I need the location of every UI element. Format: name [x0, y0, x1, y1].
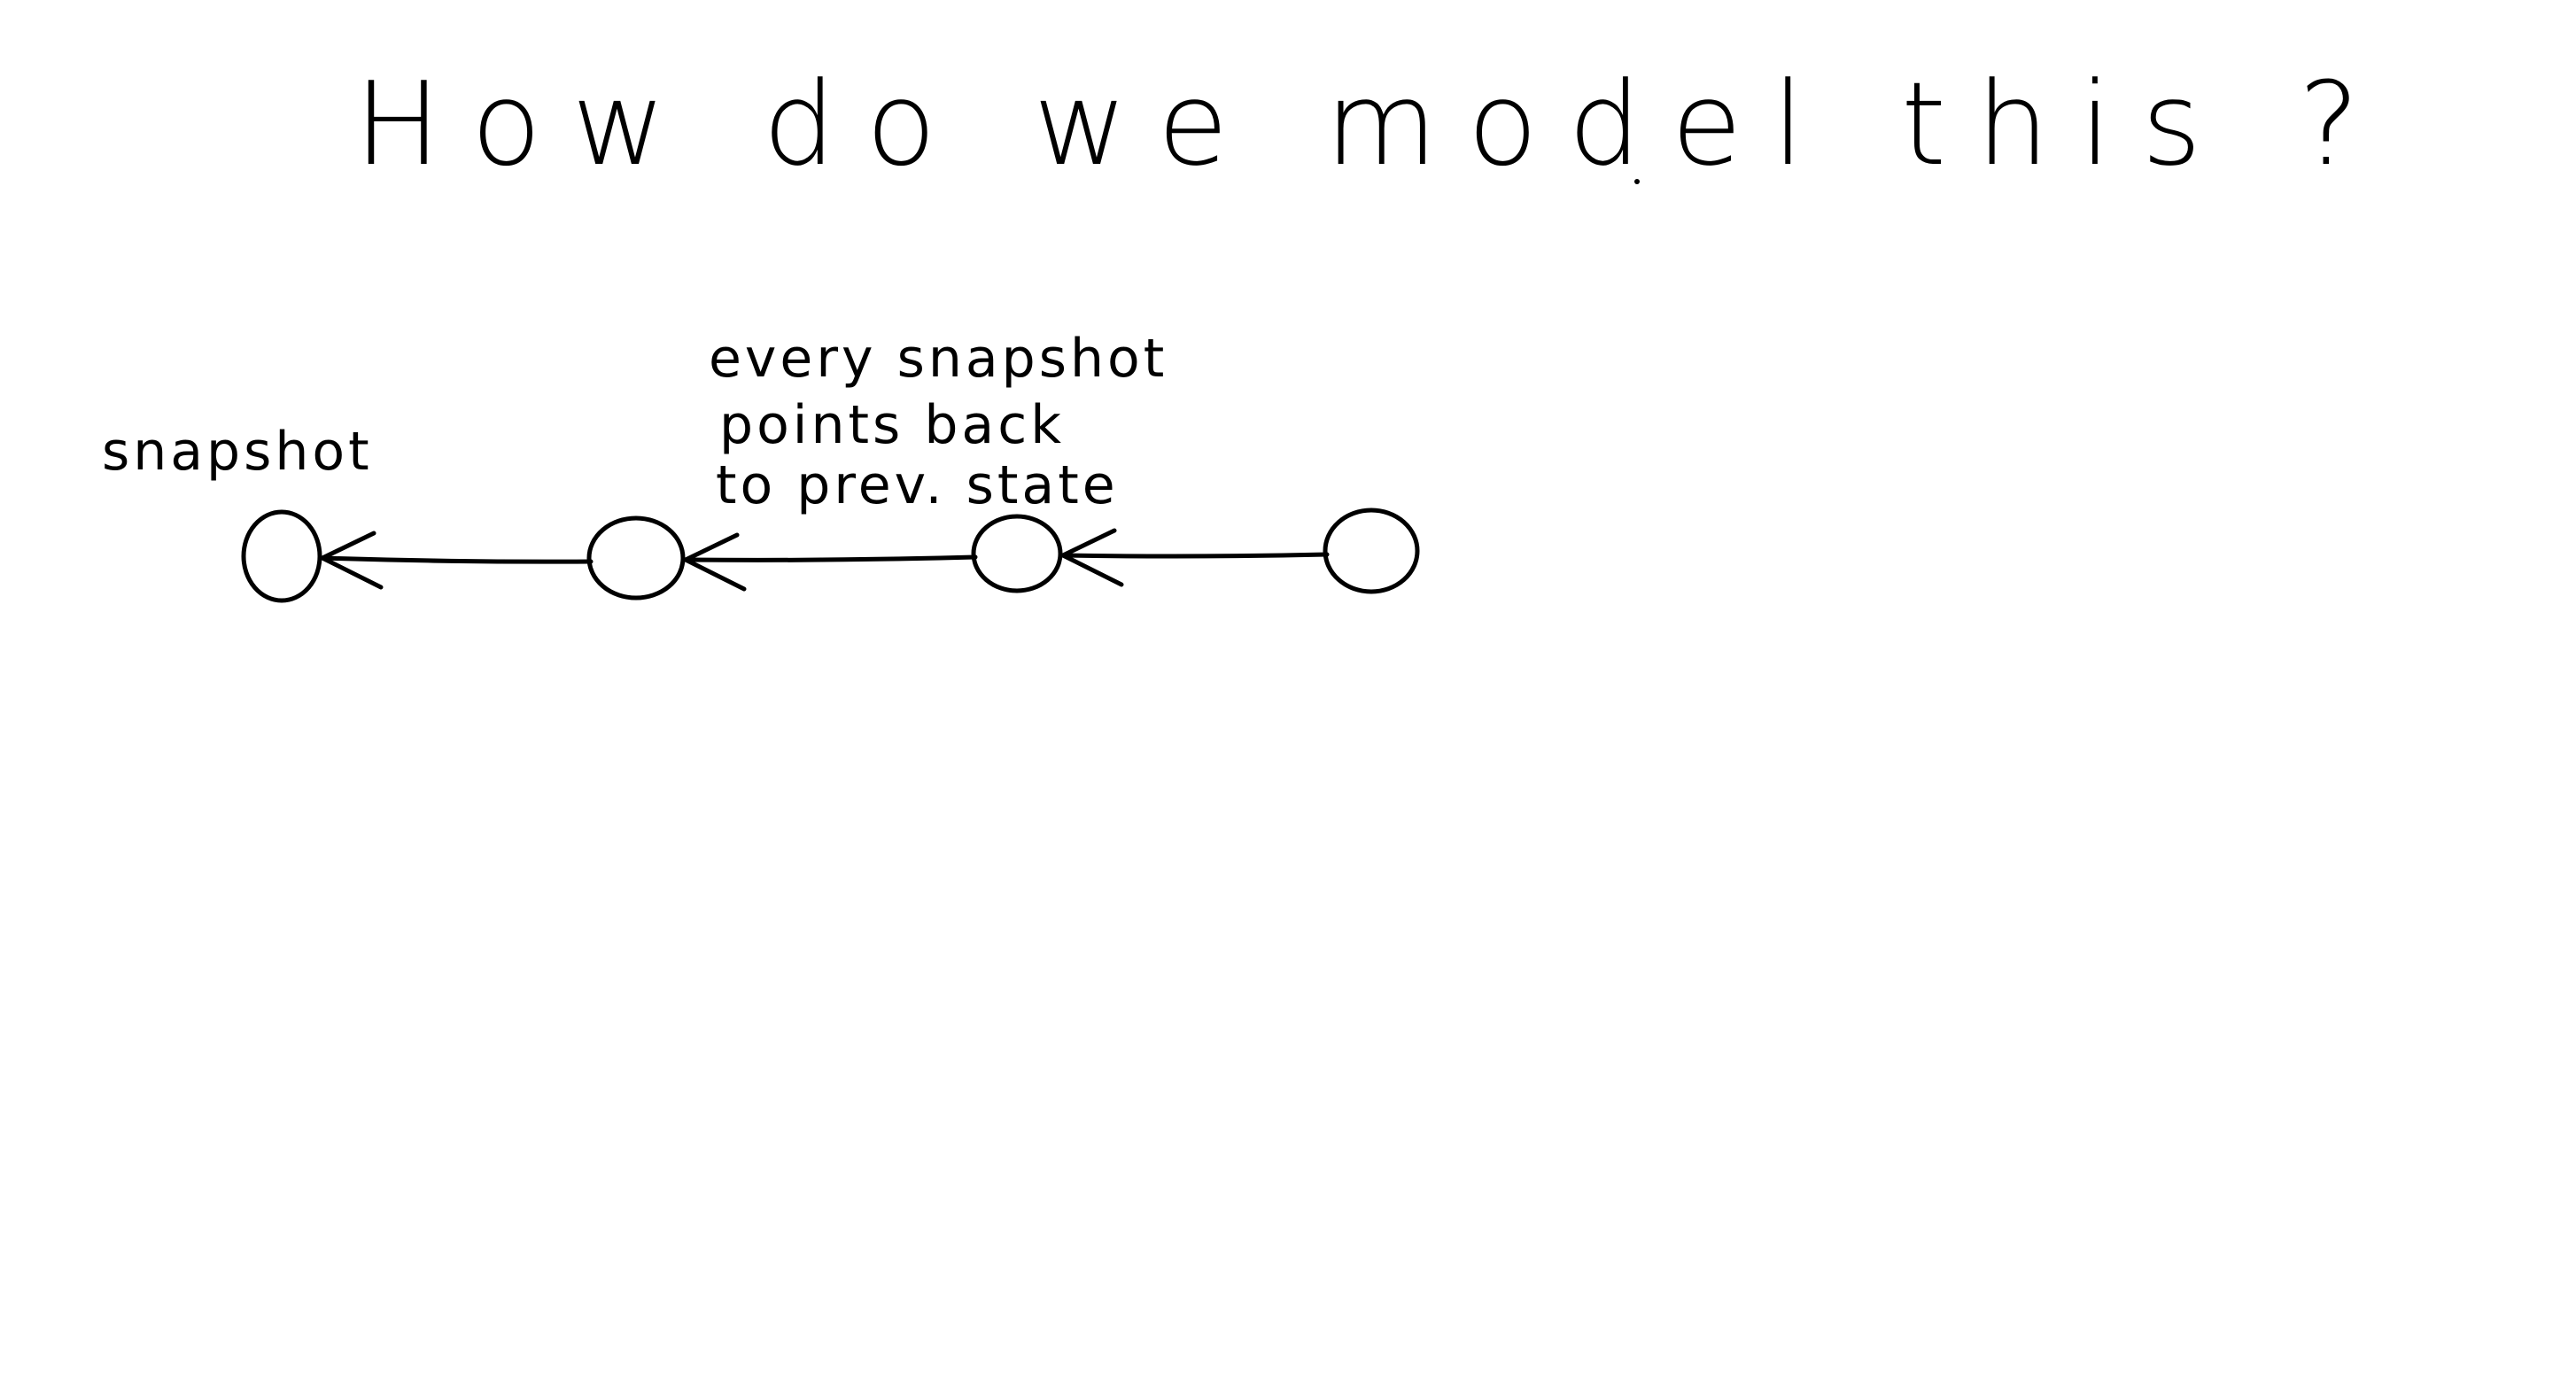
whiteboard-canvas: How do we model this ? snapshot every sn…: [0, 0, 2576, 1391]
edges-layer: [320, 528, 1330, 592]
edge-arrow: [1060, 528, 1330, 587]
snapshot-node: [241, 509, 322, 603]
edge-line: [1060, 552, 1330, 559]
edge-line: [320, 555, 594, 564]
page-title: How do we model this ?: [354, 57, 2390, 191]
annotation-line-1: every snapshot: [709, 328, 1168, 390]
snapshot-node: [1323, 508, 1420, 594]
annotation-line-2: points back: [719, 394, 1065, 456]
edge-arrow: [683, 532, 978, 592]
diagram-svg: How do we model this ? snapshot every sn…: [102, 57, 2390, 603]
question-dot: [1634, 179, 1640, 184]
snapshot-label: snapshot: [102, 421, 373, 483]
annotation-line-3: to prev. state: [716, 454, 1119, 516]
edge-arrow: [320, 531, 594, 590]
edge-line: [683, 554, 978, 562]
snapshot-node: [971, 514, 1063, 593]
snapshot-node: [586, 515, 686, 601]
